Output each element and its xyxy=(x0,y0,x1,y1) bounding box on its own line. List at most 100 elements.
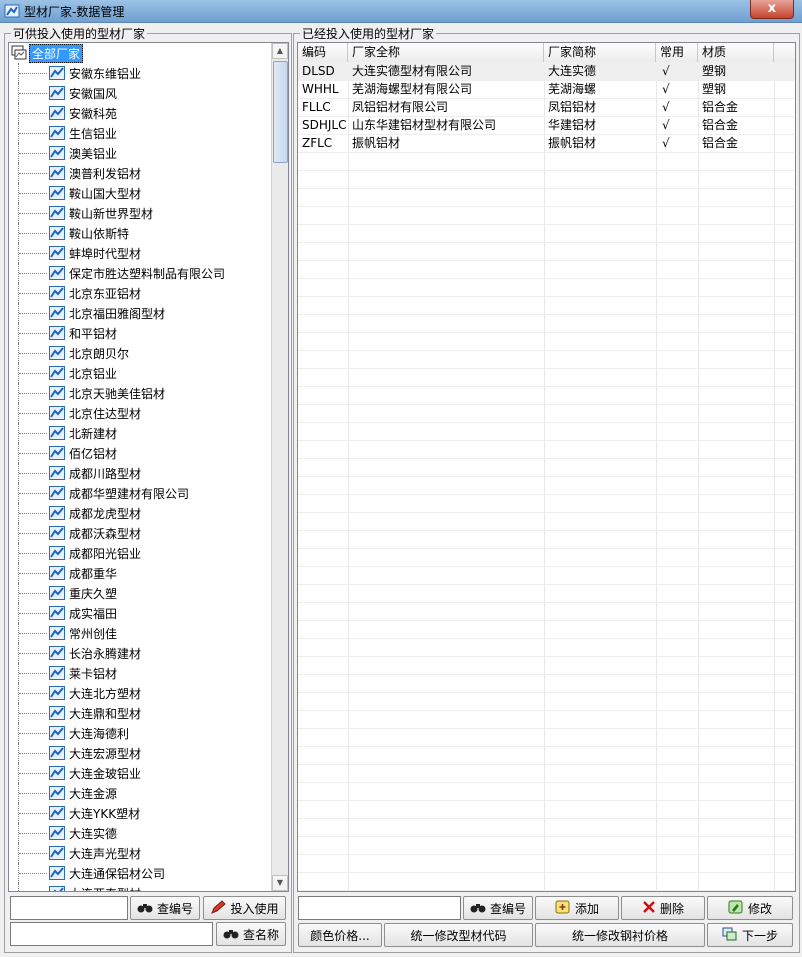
tree-branch-line xyxy=(19,73,47,74)
tree-item[interactable]: 蚌埠时代型材 xyxy=(9,243,274,263)
name-search-input[interactable] xyxy=(10,922,213,946)
table-row[interactable]: DLSD 大连实德型材有限公司 大连实德 √ 塑钢 xyxy=(298,62,795,80)
scroll-down-arrow-icon[interactable]: ▼ xyxy=(272,875,288,891)
tree-item[interactable]: 鞍山新世界型材 xyxy=(9,203,274,223)
tree-item[interactable]: 大连实德 xyxy=(9,823,274,843)
grid-row-line xyxy=(298,386,795,387)
vendor-chart-icon xyxy=(49,306,65,320)
unify-code-button[interactable]: 统一修改型材代码 xyxy=(384,923,533,947)
tree-item[interactable]: 大连亚泰型材 xyxy=(9,883,274,891)
table-row[interactable]: SDHJLC 山东华建铝材型材有限公司 华建铝材 √ 铝合金 xyxy=(298,116,795,134)
col-header-fullname[interactable]: 厂家全称 xyxy=(348,43,544,62)
left-search-code-button[interactable]: 查编号 xyxy=(130,896,200,920)
active-vendors-grid[interactable]: 编码 厂家全称 厂家简称 常用 材质 DLSD 大连实德型材有限公司 大连实德 √ 塑钢… xyxy=(297,42,796,892)
tree-item-label: 北京铝业 xyxy=(69,367,118,381)
grid-row-line xyxy=(298,548,795,549)
tree-item[interactable]: 北新建材 xyxy=(9,423,274,443)
table-row[interactable]: ZFLC 振帆铝材 振帆铝材 √ 铝合金 xyxy=(298,134,795,152)
tree-item[interactable]: 大连宏源型材 xyxy=(9,743,274,763)
tree-item[interactable]: 成都川路型材 xyxy=(9,463,274,483)
tree-branch-line xyxy=(19,133,47,134)
tree-item[interactable]: 常州创佳 xyxy=(9,623,274,643)
tree-branch-line xyxy=(19,253,47,254)
tree-item-label: 生信铝业 xyxy=(69,127,118,141)
tree-item-label: 北京住达型材 xyxy=(69,407,142,421)
tree-item[interactable]: 安徽东维铝业 xyxy=(9,63,274,83)
tree-item[interactable]: 长治永腾建材 xyxy=(9,643,274,663)
tree-scrollbar[interactable]: ▲ ▼ xyxy=(271,43,288,891)
use-button[interactable]: 投入使用 xyxy=(203,896,286,920)
tree-item[interactable]: 重庆久塑 xyxy=(9,583,274,603)
tree-root[interactable]: 全部厂家 xyxy=(11,43,84,63)
delete-x-icon xyxy=(642,900,656,917)
tree-item[interactable]: 生信铝业 xyxy=(9,123,274,143)
tree-item[interactable]: 大连通保铝材公司 xyxy=(9,863,274,883)
right-search-code-label: 查编号 xyxy=(489,901,526,916)
tree-branch-line xyxy=(19,233,47,234)
tree-item[interactable]: 保定市胜达塑料制品有限公司 xyxy=(9,263,274,283)
grid-row-line xyxy=(298,764,795,765)
tree-item[interactable]: 北京铝业 xyxy=(9,363,274,383)
right-search-input[interactable] xyxy=(298,896,461,920)
available-vendors-legend: 可供投入使用的型材厂家 xyxy=(13,27,146,41)
tree-item[interactable]: 莱卡铝材 xyxy=(9,663,274,683)
scroll-thumb[interactable] xyxy=(273,61,288,163)
close-button[interactable]: x xyxy=(750,0,794,19)
tree-item[interactable]: 大连海德利 xyxy=(9,723,274,743)
tree-item[interactable]: 大连金玻铝业 xyxy=(9,763,274,783)
delete-button[interactable]: 删除 xyxy=(621,896,705,920)
col-header-code[interactable]: 编码 xyxy=(298,43,348,62)
tree-branch-line xyxy=(19,873,47,874)
tree-item[interactable]: 成都华塑建材有限公司 xyxy=(9,483,274,503)
tree-item[interactable]: 鞍山国大型材 xyxy=(9,183,274,203)
tree-item[interactable]: 大连YKK塑材 xyxy=(9,803,274,823)
next-button[interactable]: 下一步 xyxy=(707,923,793,947)
table-row[interactable]: FLLC 凤铝铝材有限公司 凤铝铝材 √ 铝合金 xyxy=(298,98,795,116)
right-search-code-button[interactable]: 查编号 xyxy=(463,896,533,920)
col-header-material[interactable]: 材质 xyxy=(698,43,774,62)
tree-item[interactable]: 成实福田 xyxy=(9,603,274,623)
tree-item[interactable]: 北京住达型材 xyxy=(9,403,274,423)
color-price-button[interactable]: 颜色价格... xyxy=(298,923,382,947)
edit-button[interactable]: 修改 xyxy=(707,896,793,920)
tree-item[interactable]: 北京福田雅阁型材 xyxy=(9,303,274,323)
tree-item-label: 鞍山依斯特 xyxy=(69,227,130,241)
cell-code: FLLC xyxy=(302,100,331,114)
tree-item[interactable]: 成都阳光铝业 xyxy=(9,543,274,563)
tree-item[interactable]: 大连声光型材 xyxy=(9,843,274,863)
tree-item[interactable]: 大连鼎和型材 xyxy=(9,703,274,723)
add-button[interactable]: 添加 xyxy=(535,896,619,920)
tree-item[interactable]: 大连北方塑材 xyxy=(9,683,274,703)
table-row[interactable]: WHHL 芜湖海螺型材有限公司 芜湖海螺 √ 塑钢 xyxy=(298,80,795,98)
tree-item[interactable]: 成都重华 xyxy=(9,563,274,583)
tree-item[interactable]: 成都龙虎型材 xyxy=(9,503,274,523)
search-name-button[interactable]: 查名称 xyxy=(216,922,286,946)
vendor-tree[interactable]: 全部厂家 安徽东维铝业 安徽国风 安徽科苑 生信铝业 澳美铝业 澳普利发铝材 鞍山国大型材鞍… xyxy=(8,42,289,892)
tree-item[interactable]: 和平铝材 xyxy=(9,323,274,343)
cell-common: √ xyxy=(662,64,670,78)
tree-item[interactable]: 佰亿铝材 xyxy=(9,443,274,463)
tree-item[interactable]: 北京朗贝尔 xyxy=(9,343,274,363)
vendor-chart-icon xyxy=(49,226,65,240)
tree-item[interactable]: 安徽国风 xyxy=(9,83,274,103)
unify-price-button[interactable]: 统一修改钢衬价格 xyxy=(535,923,705,947)
tree-item[interactable]: 北京东亚铝材 xyxy=(9,283,274,303)
col-header-shortname[interactable]: 厂家简称 xyxy=(544,43,656,62)
cell-material: 铝合金 xyxy=(702,100,739,114)
tree-item[interactable]: 鞍山依斯特 xyxy=(9,223,274,243)
grid-row-line xyxy=(298,746,795,747)
col-header-common[interactable]: 常用 xyxy=(656,43,698,62)
tree-item[interactable]: 成都沃森型材 xyxy=(9,523,274,543)
scroll-up-arrow-icon[interactable]: ▲ xyxy=(272,43,288,59)
tree-root-label[interactable]: 全部厂家 xyxy=(29,43,84,63)
tree-item[interactable]: 大连金源 xyxy=(9,783,274,803)
code-search-input[interactable] xyxy=(10,896,128,920)
tree-item[interactable]: 澳美铝业 xyxy=(9,143,274,163)
tree-branch-line xyxy=(19,333,47,334)
tree-item[interactable]: 北京天驰美佳铝材 xyxy=(9,383,274,403)
tree-item-label: 成实福田 xyxy=(69,607,118,621)
tree-item[interactable]: 澳普利发铝材 xyxy=(9,163,274,183)
edit-icon xyxy=(728,900,744,917)
grid-row-line xyxy=(298,728,795,729)
tree-item[interactable]: 安徽科苑 xyxy=(9,103,274,123)
